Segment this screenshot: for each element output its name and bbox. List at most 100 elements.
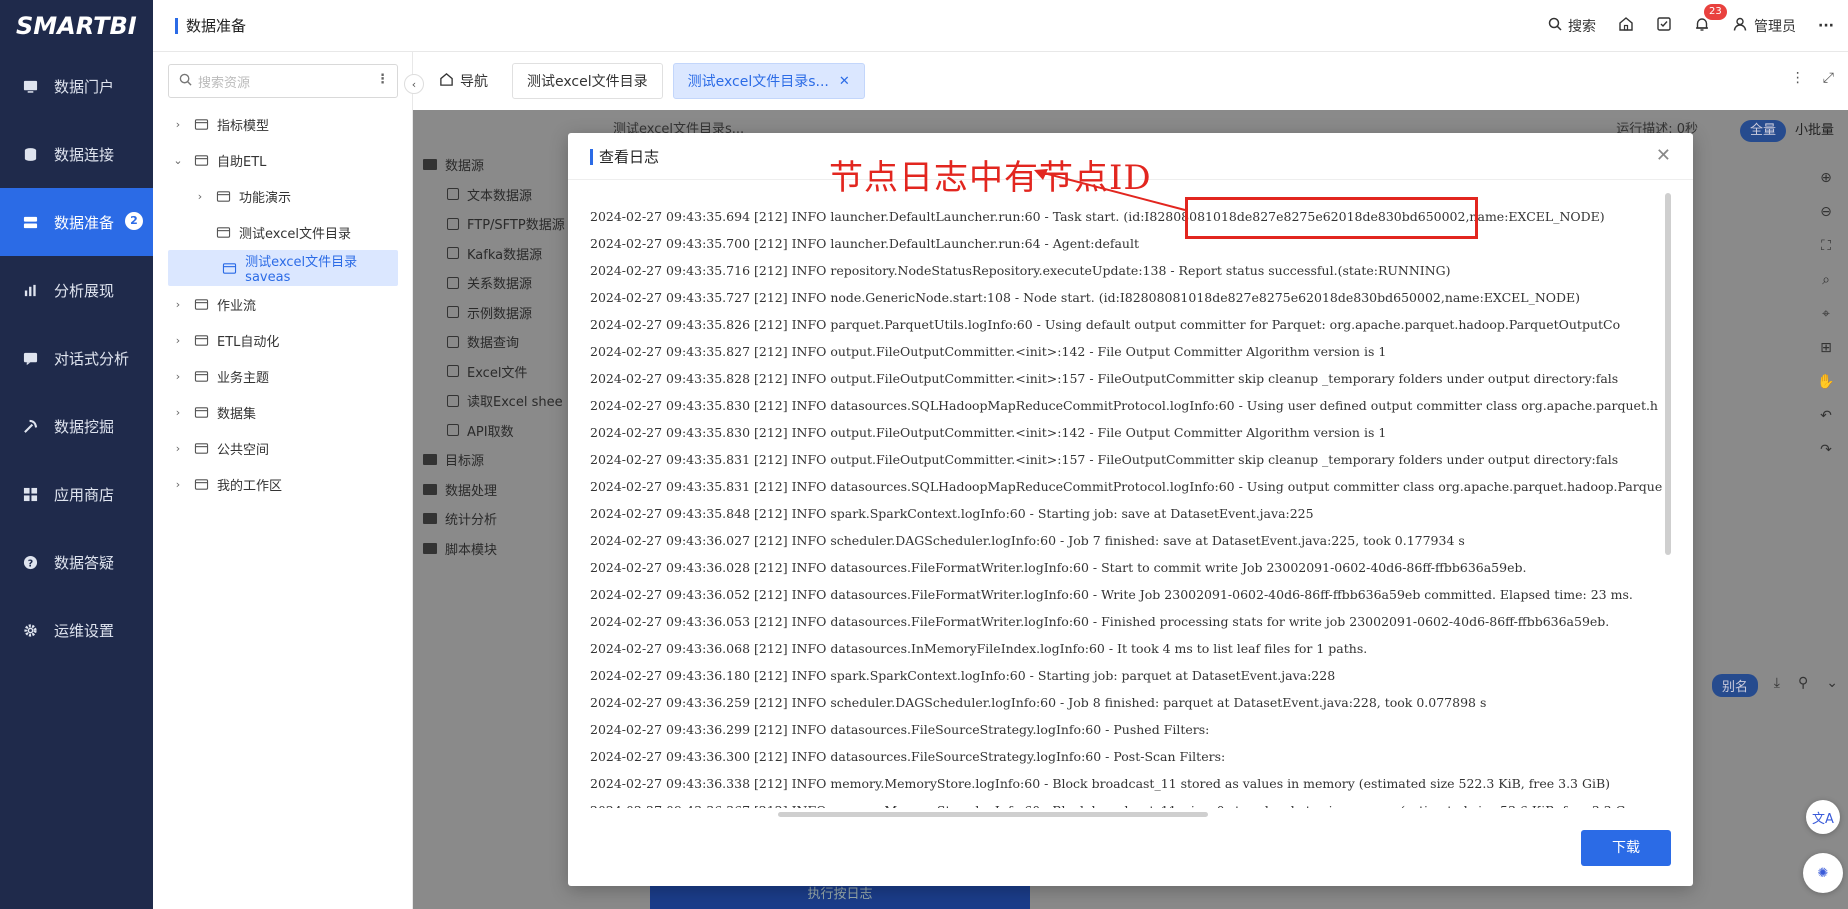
- resource-tree-item[interactable]: › 作业流: [153, 286, 412, 322]
- redo-icon[interactable]: ↷: [1820, 442, 1832, 458]
- nav-item-3[interactable]: 分析展现: [0, 256, 153, 324]
- resource-tree-label: 测试excel文件目录saveas: [245, 255, 358, 285]
- download-button[interactable]: 下载: [1581, 830, 1671, 866]
- pin-icon[interactable]: ⚲: [1798, 675, 1808, 691]
- annotation-arrow-icon: [1034, 169, 1186, 211]
- tab-excel-dir-saveas[interactable]: 测试excel文件目录s... ✕: [672, 63, 865, 99]
- layout-icon[interactable]: ⊞: [1820, 340, 1832, 356]
- resource-tree-item[interactable]: › 数据集: [153, 394, 412, 430]
- chevron-icon[interactable]: ⌄: [171, 154, 185, 167]
- nav-item-7[interactable]: ? 数据答疑: [0, 528, 153, 596]
- chevron-icon[interactable]: ›: [171, 442, 185, 455]
- resource-tree-item[interactable]: › 我的工作区: [153, 466, 412, 502]
- resource-tree-item[interactable]: ⌄ 自助ETL: [153, 142, 412, 178]
- chevron-down-icon[interactable]: ⌄: [1826, 675, 1838, 691]
- log-line: 2024-02-27 09:43:36.259 [212] INFO sched…: [590, 695, 1487, 710]
- folder-icon: [423, 513, 437, 525]
- log-line: 2024-02-27 09:43:35.826 [212] INFO parqu…: [590, 317, 1621, 332]
- node-library-label: 数据源: [445, 159, 485, 175]
- tab-label: 测试excel文件目录s...: [687, 74, 829, 90]
- notifications-button[interactable]: 23: [1694, 4, 1727, 36]
- svg-text:?: ?: [27, 558, 32, 569]
- folder-icon: [423, 454, 437, 466]
- folder-icon: [193, 369, 209, 383]
- nav-item-label: 对话式分析: [54, 349, 130, 368]
- resource-tree-label: 测试excel文件目录: [239, 226, 351, 242]
- folder-icon: [423, 542, 437, 554]
- resource-tree-item[interactable]: › 功能演示: [153, 178, 412, 214]
- resource-tree-item[interactable]: 测试excel文件目录: [153, 214, 412, 250]
- home-icon: [1618, 16, 1634, 36]
- log-line: 2024-02-27 09:43:35.830 [212] INFO outpu…: [590, 425, 1387, 440]
- close-icon[interactable]: ✕: [1656, 145, 1671, 166]
- nav-item-8[interactable]: 运维设置: [0, 596, 153, 664]
- zoom-in-icon[interactable]: ⊕: [1820, 170, 1832, 186]
- node-icon: [447, 217, 459, 230]
- tab-label: 导航: [460, 74, 488, 90]
- tasks-button[interactable]: [1656, 16, 1672, 36]
- chevron-icon[interactable]: ›: [171, 118, 185, 131]
- folder-icon: [193, 333, 209, 347]
- question-icon: ?: [22, 554, 38, 570]
- chevron-icon[interactable]: ›: [193, 190, 207, 203]
- tab-navigation[interactable]: 导航: [425, 63, 502, 99]
- nav-item-6[interactable]: 应用商店: [0, 460, 153, 528]
- node-library-label: 读取Excel shee: [467, 395, 563, 411]
- resource-search-input[interactable]: 搜索资源 ⋮: [168, 64, 398, 98]
- smartbi-logo[interactable]: SMARTBI: [0, 0, 153, 52]
- resource-tree-item[interactable]: › 业务主题: [153, 358, 412, 394]
- search-placeholder: 搜索资源: [198, 75, 251, 91]
- undo-icon[interactable]: ↶: [1820, 408, 1832, 424]
- ai-assistant-button[interactable]: ✺: [1803, 853, 1843, 893]
- vertical-dots-icon[interactable]: ⋮: [1791, 70, 1805, 86]
- fit-screen-icon[interactable]: ⛶: [1821, 238, 1831, 254]
- nav-item-1[interactable]: 数据连接: [0, 120, 153, 188]
- vertical-dots-icon[interactable]: ⋮: [376, 72, 389, 87]
- resource-tree-label: 公共空间: [217, 442, 270, 458]
- vertical-scrollbar[interactable]: [1665, 193, 1671, 555]
- folder-icon: [193, 117, 209, 131]
- chevron-icon[interactable]: ›: [171, 370, 185, 383]
- log-line: 2024-02-27 09:43:35.830 [212] INFO datas…: [590, 398, 1658, 413]
- log-line: 2024-02-27 09:43:35.727 [212] INFO node.…: [590, 290, 1581, 305]
- resource-tree-item[interactable]: 测试excel文件目录saveas: [168, 250, 398, 286]
- canvas-tool-bar: ⊕ ⊖ ⛶ ⌕ ⌖ ⊞ ✋ ↶ ↷: [1804, 160, 1848, 600]
- node-library-label: 关系数据源: [467, 277, 533, 293]
- batch-run-toggle[interactable]: 小批量: [1785, 120, 1844, 142]
- fullscreen-icon[interactable]: ⤢: [1823, 70, 1834, 86]
- resource-panel: 搜索资源 ⋮ › 指标模型 ⌄ 自助ETL › 功能演示测试excel文件目录测试exce…: [153, 52, 413, 909]
- more-menu-button[interactable]: ···: [1818, 18, 1834, 34]
- hand-icon[interactable]: ✋: [1817, 374, 1834, 390]
- resource-tree-item[interactable]: › ETL自动化: [153, 322, 412, 358]
- nav-item-2[interactable]: 数据准备 2: [0, 188, 153, 256]
- log-content[interactable]: 2024-02-27 09:43:35.694 [212] INFO launc…: [590, 203, 1670, 808]
- horizontal-scrollbar[interactable]: [778, 812, 1208, 817]
- resource-tree-item[interactable]: › 公共空间: [153, 430, 412, 466]
- home-button[interactable]: [1618, 16, 1634, 36]
- full-run-toggle[interactable]: 全量: [1739, 120, 1786, 142]
- global-search-button[interactable]: 搜索: [1548, 16, 1596, 36]
- chevron-icon[interactable]: ›: [171, 334, 185, 347]
- download-icon[interactable]: ⤓: [1774, 675, 1780, 691]
- user-menu[interactable]: 管理员: [1732, 16, 1796, 36]
- chevron-icon[interactable]: ›: [171, 298, 185, 311]
- nav-item-label: 数据准备: [54, 213, 115, 232]
- chevron-icon[interactable]: ›: [171, 406, 185, 419]
- nav-item-5[interactable]: 数据挖掘: [0, 392, 153, 460]
- log-line: 2024-02-27 09:43:35.700 [212] INFO launc…: [590, 236, 1139, 251]
- resource-tree-label: ETL自动化: [217, 334, 280, 350]
- log-line: 2024-02-27 09:43:36.068 [212] INFO datas…: [590, 641, 1368, 656]
- translate-float-button[interactable]: 文A: [1806, 800, 1840, 834]
- search-icon[interactable]: ⌕: [1822, 272, 1830, 288]
- zoom-out-icon[interactable]: ⊖: [1820, 204, 1832, 220]
- resource-tree-item[interactable]: › 指标模型: [153, 106, 412, 142]
- close-tab-icon[interactable]: ✕: [839, 74, 850, 89]
- log-line: 2024-02-27 09:43:35.716 [212] INFO repos…: [590, 263, 1451, 278]
- collapse-panel-button[interactable]: ‹: [404, 74, 424, 94]
- nav-item-4[interactable]: 对话式分析: [0, 324, 153, 392]
- tab-excel-dir[interactable]: 测试excel文件目录: [512, 63, 663, 99]
- locate-icon[interactable]: ⌖: [1822, 306, 1830, 322]
- chevron-icon[interactable]: ›: [171, 478, 185, 491]
- nav-item-0[interactable]: 数据门户: [0, 52, 153, 120]
- alias-button[interactable]: 别名: [1711, 674, 1758, 697]
